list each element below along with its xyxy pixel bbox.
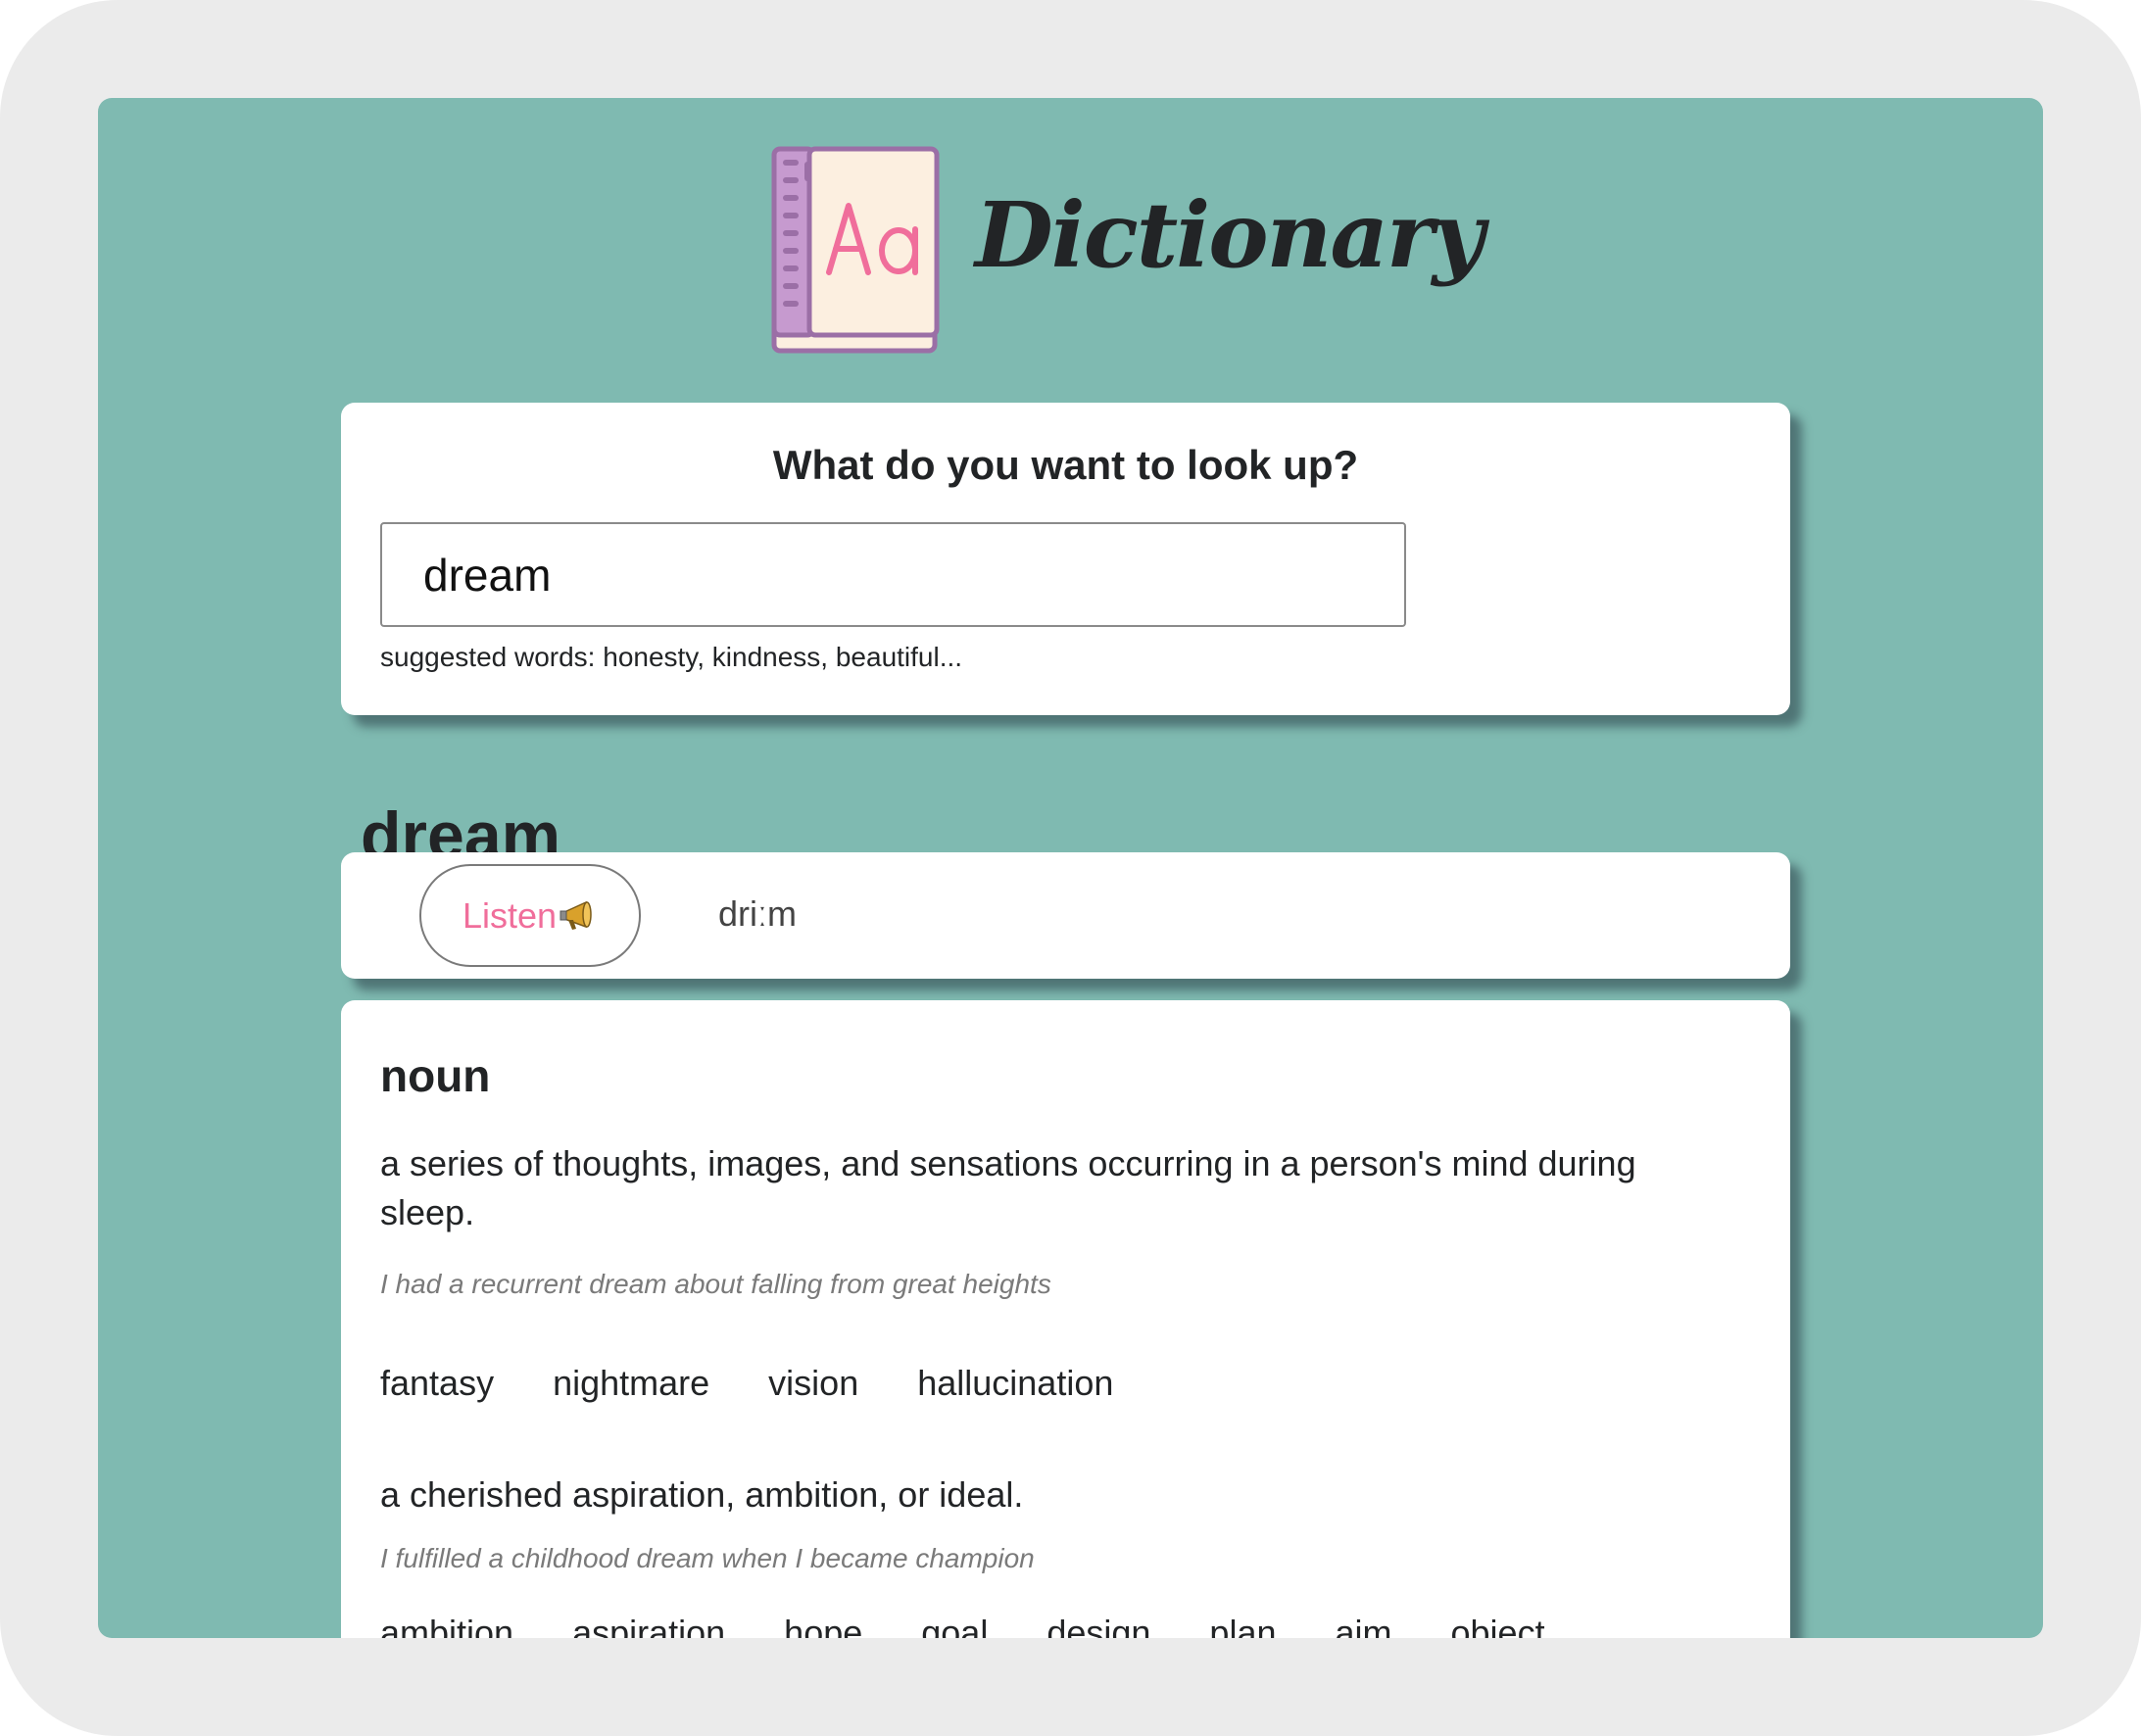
app-title: Dictionary: [975, 182, 1484, 288]
synonym-item[interactable]: hallucination: [917, 1363, 1113, 1404]
part-of-speech: noun: [380, 1050, 491, 1101]
synonym-item[interactable]: vision: [768, 1363, 858, 1404]
search-heading: What do you want to look up?: [772, 442, 1359, 488]
listen-button[interactable]: Listen: [419, 864, 641, 967]
synonym-item[interactable]: aim: [1335, 1613, 1391, 1638]
device-frame: Dictionary What do you want to look up? …: [0, 0, 2141, 1736]
synonym-item[interactable]: design: [1046, 1613, 1150, 1638]
synonym-item[interactable]: object: [1451, 1613, 1545, 1638]
definition-text: a cherished aspiration, ambition, or ide…: [380, 1474, 1024, 1515]
synonym-list: ambition aspiration hope goal design pla…: [380, 1613, 1604, 1638]
dictionary-book-icon: [771, 146, 940, 354]
synonym-item[interactable]: plan: [1209, 1613, 1276, 1638]
definition-text: a series of thoughts, images, and sensat…: [380, 1143, 1636, 1232]
synonym-item[interactable]: aspiration: [572, 1613, 725, 1638]
app-screen: Dictionary What do you want to look up? …: [98, 98, 2043, 1638]
suggested-words: suggested words: honesty, kindness, beau…: [380, 642, 963, 672]
search-card: What do you want to look up? suggested w…: [341, 403, 1790, 715]
header: Dictionary: [98, 145, 2043, 357]
synonym-item[interactable]: ambition: [380, 1613, 513, 1638]
synonym-item[interactable]: goal: [921, 1613, 988, 1638]
example-text: I fulfilled a childhood dream when I bec…: [380, 1543, 1035, 1573]
synonym-item[interactable]: hope: [784, 1613, 862, 1638]
listen-label: Listen: [462, 894, 558, 936]
phonetic-card: Listen driːm: [341, 852, 1790, 979]
phonetic-text: driːm: [718, 893, 797, 934]
synonym-list: fantasy nightmare vision hallucination: [380, 1363, 1172, 1404]
example-text: I had a recurrent dream about falling fr…: [380, 1269, 1051, 1299]
synonym-item[interactable]: fantasy: [380, 1363, 494, 1404]
search-input[interactable]: [380, 522, 1406, 627]
megaphone-icon: [560, 900, 592, 930]
meaning-card: noun a series of thoughts, images, and s…: [341, 1000, 1790, 1638]
synonym-item[interactable]: nightmare: [553, 1363, 709, 1404]
